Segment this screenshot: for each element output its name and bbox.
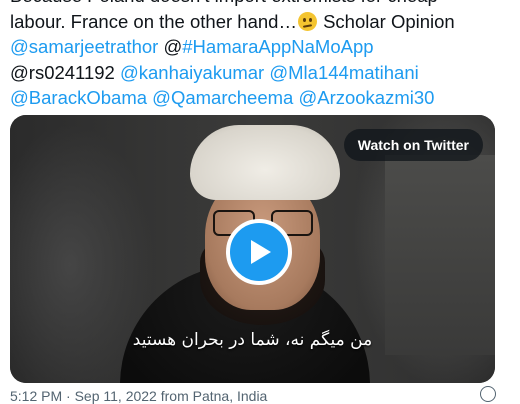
tweet-text: Because Poland doesn’t import extremists…	[10, 0, 510, 111]
tweet-text-segment: Because Poland doesn’t import extremists…	[10, 0, 438, 6]
hashtag-link[interactable]: #HamaraAppNaMoApp	[182, 36, 373, 57]
video-player[interactable]: Watch on Twitter من میگم نه، شما در بحرا…	[10, 115, 495, 383]
tweet-line: @rs0241192 @kanhaiyakumar @Mla144matihan…	[10, 60, 510, 86]
play-icon[interactable]	[226, 219, 292, 285]
mention-link[interactable]: @kanhaiyakumar	[120, 62, 264, 83]
mention-link[interactable]: @samarjeetrathor	[10, 36, 158, 57]
tweet-line: labour. France on the other hand… Schola…	[10, 9, 510, 35]
tweet-text-segment: @rs0241192	[10, 61, 120, 83]
tweet-line: Because Poland doesn’t import extremists…	[10, 0, 510, 9]
tweet-text-segment: Scholar Opinion	[317, 10, 455, 32]
mention-link[interactable]: @Mla144matihani	[269, 62, 418, 83]
video-subtitle: من میگم نه، شما در بحران هستید	[132, 330, 373, 350]
watch-on-twitter-button[interactable]: Watch on Twitter	[343, 129, 483, 161]
confused-face-icon	[297, 11, 317, 31]
tweet-timestamp[interactable]: 5:12 PM · Sep 11, 2022 from Patna, India	[10, 388, 470, 404]
mention-link[interactable]: @Arzookazmi30	[298, 87, 434, 108]
tweet-text-segment: @	[158, 36, 183, 57]
tweet-line: @samarjeetrathor @#HamaraAppNaMoApp	[10, 34, 510, 60]
video-shelf	[385, 155, 495, 355]
speaker-turban	[190, 125, 340, 200]
tweet-line: @BarackObama @Qamarcheema @Arzookazmi30	[10, 85, 510, 111]
mention-link[interactable]: @BarackObama	[10, 87, 147, 108]
tweet-text-segment: labour. France on the other hand…	[10, 10, 297, 32]
mention-link[interactable]: @Qamarcheema	[152, 87, 293, 108]
